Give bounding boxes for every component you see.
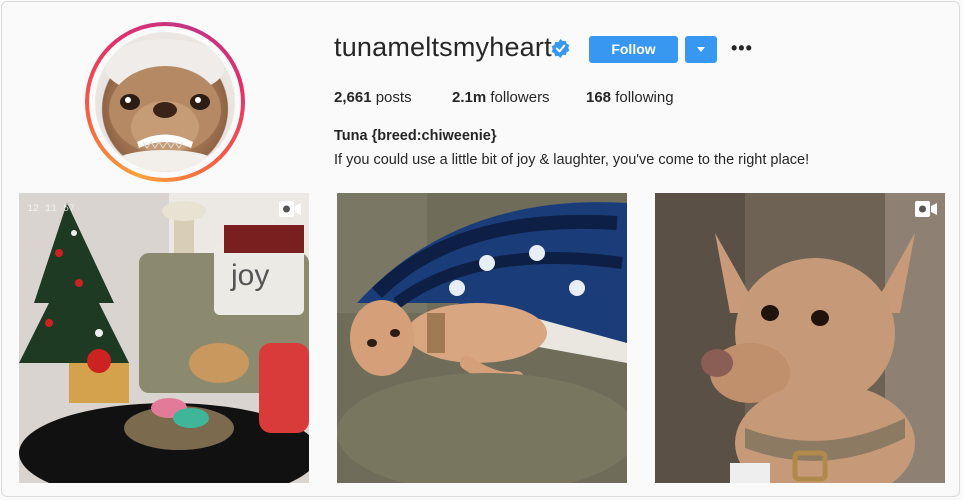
profile-username: tunameltsmyheart [334, 32, 552, 62]
followers-count: 2.1m [452, 89, 487, 106]
following-label: following [615, 89, 674, 106]
post-thumbnail-2[interactable] [337, 193, 627, 483]
more-options-icon[interactable]: ••• [731, 39, 753, 59]
post-1-image: joy 12 11 57 [19, 193, 309, 483]
avatar[interactable] [95, 32, 235, 172]
avatar-story-ring[interactable] [85, 22, 245, 182]
follow-button[interactable]: Follow [589, 36, 678, 63]
profile-frame: tunameltsmyheart Follow ••• 2,661 posts … [1, 1, 960, 497]
avatar-dog-illustration [105, 39, 225, 172]
following-stat[interactable]: 168 following [586, 89, 674, 106]
suggestions-dropdown-button[interactable] [685, 36, 717, 63]
followers-stat[interactable]: 2.1m followers [452, 89, 550, 106]
bio-description: If you could use a little bit of joy & l… [334, 152, 810, 168]
followers-label: followers [490, 89, 550, 106]
pillow-text: joy [230, 259, 269, 292]
post-thumbnail-3[interactable] [655, 193, 945, 483]
video-timestamp: 12 11 57 [27, 204, 75, 215]
post-thumbnail-1[interactable]: joy 12 11 57 [19, 193, 309, 483]
following-count: 168 [586, 89, 612, 106]
posts-count: 2,661 [334, 89, 372, 106]
posts-stat: 2,661 posts [334, 89, 412, 106]
post-2-image [337, 193, 627, 483]
verified-badge-icon [551, 39, 570, 58]
post-3-image [655, 193, 945, 483]
video-camera-icon [915, 201, 937, 217]
video-camera-icon [279, 201, 301, 217]
posts-label: posts [375, 89, 412, 106]
chevron-down-icon [697, 47, 705, 52]
bio-full-name: Tuna {breed:chiweenie} [334, 128, 497, 144]
